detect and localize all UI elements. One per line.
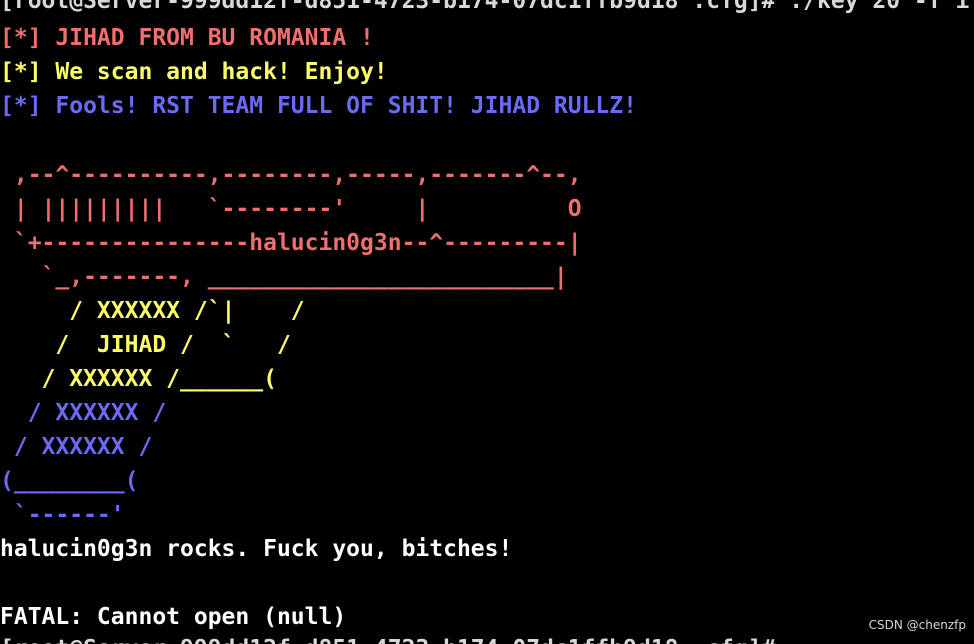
- terminal-window[interactable]: [root@Server-999dd12f-d851-4723-b174-07d…: [0, 0, 974, 644]
- ascii-art-row-8: / XXXXXX /: [0, 400, 167, 426]
- ascii-art-row-2: | ||||||||| `--------' | O: [0, 196, 582, 222]
- ascii-art-row-4: `_,-------, _________________________|: [0, 264, 568, 290]
- ascii-art-row-1: ,--^----------,--------,-----,-------^--…: [0, 162, 582, 188]
- terminal-message: halucin0g3n rocks. Fuck you, bitches!: [0, 536, 513, 562]
- banner-line-1: [*] JIHAD FROM BU ROMANIA !: [0, 25, 374, 51]
- banner-line-3: [*] Fools! RST TEAM FULL OF SHIT! JIHAD …: [0, 93, 637, 119]
- ascii-art-row-11: `------': [0, 502, 125, 528]
- ascii-art-row-5: / XXXXXX /`| /: [0, 298, 305, 324]
- terminal-prompt-bottom: [root@Server-999dd12f-d851-4723-b174-07d…: [0, 632, 775, 644]
- terminal-prompt-top: [root@Server-999dd12f-d851-4723-b174-07d…: [0, 0, 970, 14]
- ascii-art-row-9: / XXXXXX /: [0, 434, 153, 460]
- banner-line-2: [*] We scan and hack! Enjoy!: [0, 59, 388, 85]
- ascii-art-row-6: / JIHAD / ` /: [0, 332, 291, 358]
- ascii-art-row-7: / XXXXXX /______(: [0, 366, 277, 392]
- watermark: CSDN @chenzfp: [868, 618, 966, 632]
- ascii-art-row-10: (________(: [0, 468, 139, 494]
- fatal-error-line: FATAL: Cannot open (null): [0, 604, 347, 630]
- ascii-art-row-3: `+---------------halucin0g3n--^---------…: [0, 230, 582, 256]
